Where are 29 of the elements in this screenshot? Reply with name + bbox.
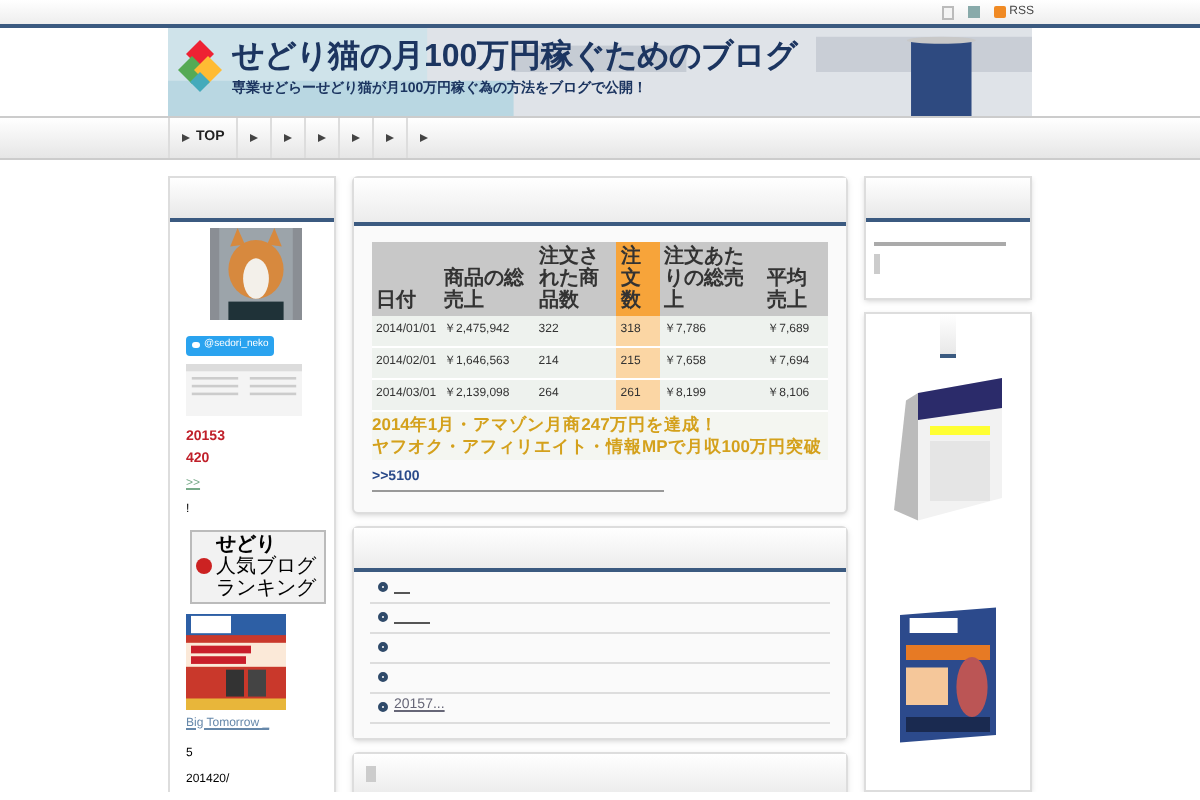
logo-icon — [176, 36, 224, 96]
site-title: せどり猫の月100万円稼ぐためのブログ — [232, 36, 798, 78]
search-field[interactable] — [874, 238, 1006, 246]
arrow-icon — [182, 134, 190, 142]
headline-text: ヤフオク・アフィリエイト・情報MPで月収100万円突破 — [372, 436, 824, 458]
ranking-banner[interactable]: せどり 人気ブログランキング — [190, 529, 326, 603]
column-header: 注文あたりの総売上 — [660, 242, 764, 316]
bullet-icon — [378, 642, 388, 652]
arrow-icon — [386, 134, 395, 142]
arrow-icon — [420, 134, 429, 142]
ranking-title: せどり — [216, 533, 278, 555]
rss-icon — [993, 6, 1006, 18]
bullet-icon — [378, 582, 388, 592]
panel-header — [940, 314, 956, 358]
column-header: 日付 — [372, 242, 441, 316]
arrow-icon — [352, 134, 361, 142]
column-header: 注文された商品数 — [534, 242, 617, 316]
ranking-icon — [196, 558, 212, 574]
bullet-icon — [378, 612, 388, 622]
arrow-icon — [250, 134, 259, 142]
bullet-icon — [378, 672, 388, 682]
column-header: 注文数 — [616, 242, 660, 316]
headline-text: 2014年1月・アマゾン月商247万円を達成！ — [372, 414, 720, 436]
column-header: 平均売上 — [763, 242, 828, 316]
column-header: 商品の総売上 — [440, 242, 535, 316]
arrow-icon — [318, 134, 327, 142]
bullet-icon — [378, 702, 388, 712]
arrow-icon — [284, 134, 293, 142]
ranking-subtitle: 人気ブログランキング — [216, 555, 318, 599]
